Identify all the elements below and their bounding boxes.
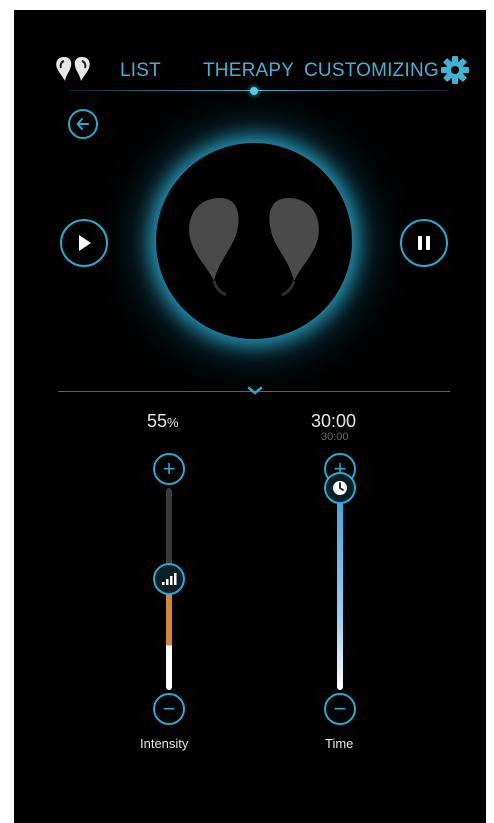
earbuds-image: [189, 198, 319, 297]
clock-icon: [333, 481, 347, 495]
time-value: 30:00: [311, 411, 357, 431]
intensity-unit: %: [167, 415, 179, 430]
pause-button[interactable]: [400, 219, 448, 267]
gear-icon[interactable]: [440, 55, 470, 85]
back-arrow-icon: [76, 118, 89, 130]
time-slider-handle[interactable]: [324, 472, 356, 504]
intensity-decrease-button[interactable]: −: [153, 693, 185, 725]
intensity-value: 55%: [147, 411, 179, 432]
intensity-slider-handle[interactable]: [153, 563, 185, 595]
back-button[interactable]: [68, 109, 98, 139]
active-tab-indicator: [250, 87, 258, 95]
app-screen: LIST THERAPY CUSTOMIZING 55% + − Intensi…: [14, 10, 486, 823]
intensity-increase-button[interactable]: +: [153, 453, 185, 485]
play-button[interactable]: [60, 219, 108, 267]
intensity-track-fill: [166, 579, 172, 690]
intensity-caption: Intensity: [140, 736, 189, 751]
chevron-down-icon[interactable]: [246, 384, 264, 396]
nav-underline: [69, 90, 449, 91]
time-sub-value: 30:00: [321, 431, 349, 443]
device-display: [156, 143, 352, 339]
earbuds-logo-icon[interactable]: [54, 55, 94, 83]
time-caption: Time: [325, 736, 354, 751]
plus-icon: +: [162, 456, 176, 481]
minus-icon: −: [162, 696, 176, 721]
play-icon: [79, 235, 91, 251]
tab-list[interactable]: LIST: [120, 60, 161, 82]
tab-therapy[interactable]: THERAPY: [203, 60, 294, 82]
minus-icon: −: [333, 696, 347, 721]
time-track-fill: [337, 488, 343, 690]
intensity-number: 55: [147, 411, 168, 431]
tab-customizing[interactable]: CUSTOMIZING: [304, 60, 439, 82]
time-decrease-button[interactable]: −: [324, 693, 356, 725]
pause-icon: [418, 236, 430, 250]
signal-bars-icon: [162, 573, 177, 585]
